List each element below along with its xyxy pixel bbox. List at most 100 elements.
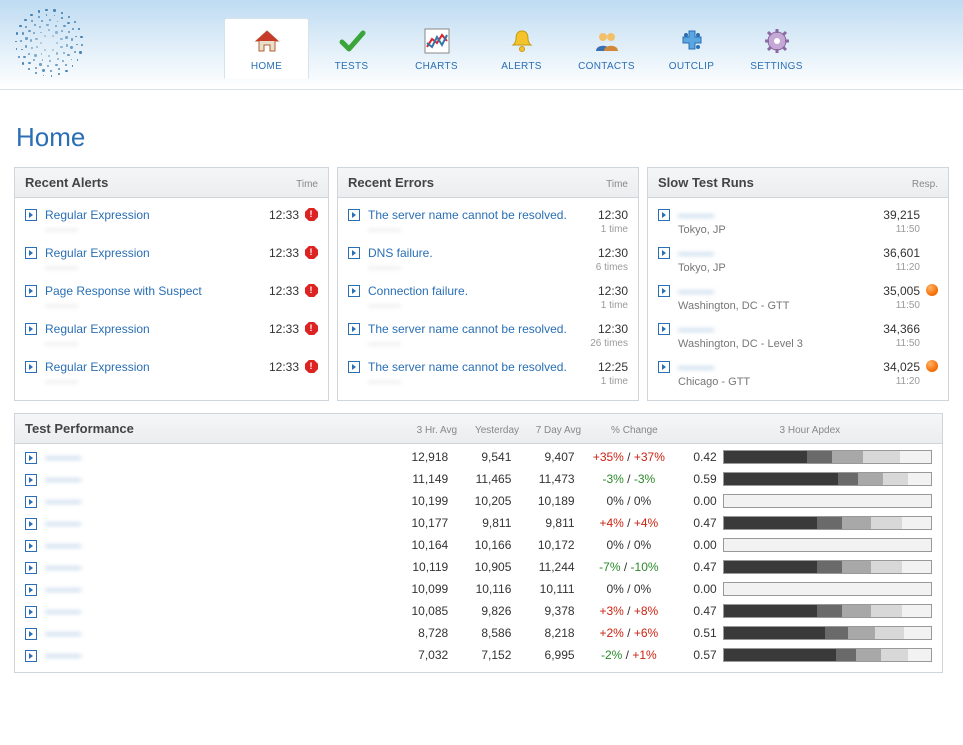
play-icon[interactable] — [658, 209, 670, 221]
nav-alerts[interactable]: ALERTS — [479, 18, 564, 79]
alert-time: 12:33 — [244, 360, 299, 374]
error-count: 6 times — [573, 262, 628, 273]
nav-label: TESTS — [310, 61, 393, 72]
nav-label: HOME — [225, 61, 308, 72]
stop-icon — [305, 246, 318, 259]
slow-row: ———Chicago - GTT34,02511:20 — [658, 354, 938, 392]
perf-apdex-bar — [723, 516, 932, 530]
perf-3hr: 10,099 — [385, 582, 448, 596]
nav-charts[interactable]: CHARTS — [394, 18, 479, 79]
perf-name-cell: ——— — [25, 538, 385, 552]
perf-name-link[interactable]: ——— — [45, 604, 81, 618]
perf-change: +35% / +37% — [575, 450, 684, 464]
play-icon[interactable] — [25, 584, 37, 596]
alert-main: Regular Expression——— — [45, 246, 244, 274]
nav-home[interactable]: HOME — [224, 18, 309, 79]
nav-tests[interactable]: TESTS — [309, 18, 394, 79]
nav-settings[interactable]: SETTINGS — [734, 18, 819, 79]
alert-link[interactable]: Regular Expression — [45, 246, 244, 260]
slow-link[interactable]: ——— — [678, 208, 865, 222]
error-link[interactable]: The server name cannot be resolved. — [368, 208, 573, 222]
panel-header: Test Performance 3 Hr. Avg Yesterday 7 D… — [15, 414, 942, 444]
nav-label: CHARTS — [395, 61, 478, 72]
play-icon[interactable] — [25, 361, 37, 373]
nav-label: CONTACTS — [565, 61, 648, 72]
slow-link[interactable]: ——— — [678, 322, 865, 336]
alert-link[interactable]: Regular Expression — [45, 208, 244, 222]
panel-body: ———Tokyo, JP39,21511:50———Tokyo, JP36,60… — [648, 198, 948, 400]
alert-link[interactable]: Regular Expression — [45, 360, 244, 374]
play-icon[interactable] — [25, 474, 37, 486]
error-sub: ——— — [368, 262, 573, 274]
play-icon[interactable] — [25, 452, 37, 464]
play-icon[interactable] — [25, 285, 37, 297]
main-nav: HOMETESTSCHARTSALERTSCONTACTSOUTCLIPSETT… — [224, 18, 819, 79]
play-icon[interactable] — [348, 323, 360, 335]
play-icon[interactable] — [658, 323, 670, 335]
play-icon[interactable] — [25, 628, 37, 640]
perf-yesterday: 9,826 — [448, 604, 511, 618]
play-icon[interactable] — [25, 209, 37, 221]
perf-apdex-bar — [723, 494, 932, 508]
alert-link[interactable]: Regular Expression — [45, 322, 244, 336]
error-row: DNS failure.———12:306 times — [348, 240, 628, 278]
outclip-icon — [650, 25, 733, 57]
error-sub: ——— — [368, 224, 573, 236]
play-icon[interactable] — [658, 285, 670, 297]
alert-main: Regular Expression——— — [45, 208, 244, 236]
perf-yesterday: 9,541 — [448, 450, 511, 464]
nav-label: ALERTS — [480, 61, 563, 72]
alert-time: 12:33 — [244, 322, 299, 336]
perf-name-link[interactable]: ——— — [45, 472, 81, 486]
play-icon[interactable] — [348, 247, 360, 259]
play-icon[interactable] — [25, 650, 37, 662]
play-icon[interactable] — [348, 361, 360, 373]
error-time: 12:3026 times — [573, 322, 628, 349]
play-icon[interactable] — [658, 247, 670, 259]
perf-yesterday: 9,811 — [448, 516, 511, 530]
perf-name-link[interactable]: ——— — [45, 582, 81, 596]
slow-row: ———Tokyo, JP39,21511:50 — [658, 202, 938, 240]
perf-3hr: 8,728 — [385, 626, 448, 640]
play-icon[interactable] — [348, 285, 360, 297]
alert-main: Page Response with Suspect——— — [45, 284, 244, 312]
perf-name-link[interactable]: ——— — [45, 494, 81, 508]
perf-name-link[interactable]: ——— — [45, 560, 81, 574]
topbar: HOMETESTSCHARTSALERTSCONTACTSOUTCLIPSETT… — [0, 0, 963, 90]
alert-link[interactable]: Page Response with Suspect — [45, 284, 244, 298]
slow-link[interactable]: ——— — [678, 246, 865, 260]
play-icon[interactable] — [25, 540, 37, 552]
play-icon[interactable] — [658, 361, 670, 373]
perf-apdex-bar — [723, 560, 932, 574]
perf-name-link[interactable]: ——— — [45, 516, 81, 530]
nav-outclip[interactable]: OUTCLIP — [649, 18, 734, 79]
slow-link[interactable]: ——— — [678, 360, 865, 374]
column-change: % Change — [581, 425, 688, 436]
nav-contacts[interactable]: CONTACTS — [564, 18, 649, 79]
alert-time: 12:33 — [244, 246, 299, 260]
play-icon[interactable] — [25, 496, 37, 508]
panel-slow-runs: Slow Test Runs Resp. ———Tokyo, JP39,2151… — [647, 167, 949, 401]
play-icon[interactable] — [25, 323, 37, 335]
error-sub: ——— — [368, 300, 573, 312]
play-icon[interactable] — [25, 247, 37, 259]
play-icon[interactable] — [25, 518, 37, 530]
slow-link[interactable]: ——— — [678, 284, 865, 298]
play-icon[interactable] — [25, 562, 37, 574]
perf-name-link[interactable]: ——— — [45, 648, 81, 662]
play-icon[interactable] — [348, 209, 360, 221]
panel-header: Slow Test Runs Resp. — [648, 168, 948, 198]
perf-name-link[interactable]: ——— — [45, 626, 81, 640]
slow-location: Tokyo, JP — [678, 224, 865, 236]
perf-name-link[interactable]: ——— — [45, 450, 81, 464]
perf-yesterday: 11,465 — [448, 472, 511, 486]
perf-name-link[interactable]: ——— — [45, 538, 81, 552]
top-panels-row: Recent Alerts Time Regular Expression———… — [14, 167, 949, 401]
slow-location: Washington, DC - Level 3 — [678, 338, 865, 350]
play-icon[interactable] — [25, 606, 37, 618]
tests-icon — [310, 25, 393, 57]
error-link[interactable]: The server name cannot be resolved. — [368, 322, 573, 336]
error-link[interactable]: The server name cannot be resolved. — [368, 360, 573, 374]
error-link[interactable]: DNS failure. — [368, 246, 573, 260]
error-link[interactable]: Connection failure. — [368, 284, 573, 298]
